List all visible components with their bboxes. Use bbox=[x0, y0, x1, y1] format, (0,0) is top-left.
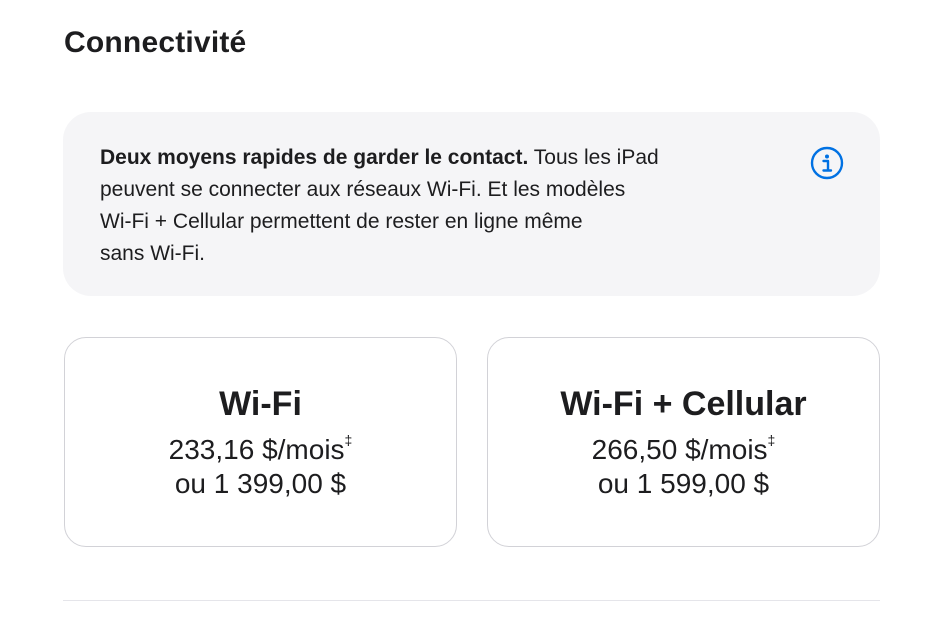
card-monthly-price: 233,16 $/mois‡ bbox=[65, 432, 456, 468]
footnote-mark: ‡ bbox=[344, 431, 353, 448]
section-title: Connectivité bbox=[64, 26, 247, 59]
info-circle-icon[interactable] bbox=[810, 146, 844, 180]
card-full-price: ou 1 599,00 $ bbox=[597, 468, 770, 499]
option-card-wifi-cellular[interactable]: Wi-Fi + Cellular 266,50 $/mois‡ ou 1 599… bbox=[487, 337, 880, 547]
option-card-wifi[interactable]: Wi-Fi 233,16 $/mois‡ ou 1 399,00 $ bbox=[64, 337, 457, 547]
card-full-price: ou 1 399,00 $ bbox=[174, 468, 347, 499]
monthly-price-value: 266,50 $/mois bbox=[591, 434, 768, 465]
card-monthly-price: 266,50 $/mois‡ bbox=[488, 432, 879, 468]
info-text-line2: peuvent se connecter aux réseaux Wi-Fi. … bbox=[100, 178, 626, 201]
card-title: Wi-Fi + Cellular bbox=[560, 385, 807, 423]
info-text-line1: Tous les iPad bbox=[528, 146, 659, 169]
info-text-line4: sans Wi-Fi. bbox=[100, 242, 205, 265]
info-text-line3: Wi-Fi + Cellular permettent de rester en… bbox=[100, 210, 583, 233]
footnote-mark: ‡ bbox=[767, 431, 776, 448]
info-text: Deux moyens rapides de garder le contact… bbox=[100, 142, 760, 270]
info-bold-text: Deux moyens rapides de garder le contact… bbox=[100, 146, 529, 169]
card-title: Wi-Fi bbox=[219, 385, 302, 423]
section-divider bbox=[63, 600, 880, 601]
info-box: Deux moyens rapides de garder le contact… bbox=[63, 112, 880, 296]
monthly-price-value: 233,16 $/mois bbox=[168, 434, 345, 465]
